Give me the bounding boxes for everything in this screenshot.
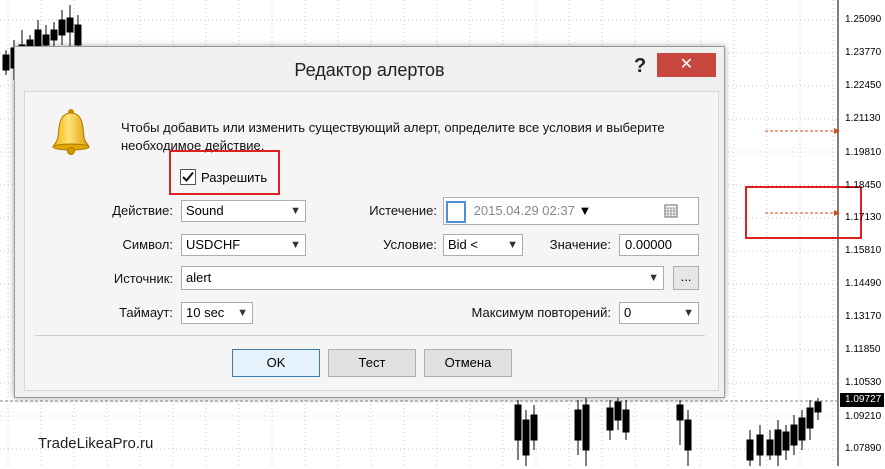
candle-body: [766, 439, 774, 456]
price-tick: 1.13170: [845, 311, 882, 322]
current-price-label: 1.09727: [840, 393, 884, 407]
dialog-titlebar[interactable]: Редактор алертов ? ✕: [15, 47, 724, 91]
price-tick: 1.09210: [845, 411, 882, 422]
action-label: Действие:: [112, 203, 173, 218]
candle-body: [42, 34, 50, 46]
expiry-enable-box[interactable]: [446, 200, 466, 223]
chevron-down-icon: ▼: [290, 205, 301, 217]
price-tick: 1.10530: [845, 377, 882, 388]
candle-body: [684, 419, 692, 451]
condition-select[interactable]: Bid < ▼: [443, 234, 523, 256]
price-tick: 1.23770: [845, 47, 882, 58]
price-tick: 1.21130: [845, 113, 881, 124]
action-select[interactable]: Sound ▼: [181, 200, 306, 222]
symbol-value: USDCHF: [186, 237, 241, 252]
expiry-label: Истечение:: [369, 203, 437, 218]
candle-body: [798, 417, 806, 441]
candle-body: [774, 429, 782, 456]
condition-value: Bid <: [448, 237, 478, 252]
chevron-down-icon: ▼: [648, 272, 659, 284]
enable-checkbox[interactable]: [180, 169, 196, 185]
action-value: Sound: [186, 203, 224, 218]
price-tick: 1.19810: [845, 147, 882, 158]
price-tick: 1.22450: [845, 80, 882, 91]
bell-icon: [52, 109, 90, 155]
candle-body: [50, 29, 58, 41]
candle-body: [756, 434, 764, 456]
timeout-select[interactable]: 10 sec ▼: [181, 302, 253, 324]
price-axis: 1.25090 1.23770 1.22450 1.21130 1.19810 …: [838, 0, 885, 466]
source-value: alert: [186, 270, 212, 285]
price-tick: 1.07890: [845, 443, 882, 454]
browse-button[interactable]: ...: [673, 266, 699, 290]
ok-button[interactable]: OK: [232, 349, 320, 377]
calendar-icon[interactable]: [664, 201, 678, 227]
cancel-button[interactable]: Отмена: [424, 349, 512, 377]
candle-body: [676, 404, 684, 421]
source-label: Источник:: [113, 271, 173, 286]
candle-body: [74, 24, 82, 46]
max-repeats-label: Максимум повторений:: [471, 305, 612, 320]
candle-body: [2, 54, 10, 71]
max-repeats-select[interactable]: 0 ▼: [619, 302, 699, 324]
candle-body: [790, 424, 798, 446]
expiry-field[interactable]: 2015.04.29 02:37 ▼: [443, 197, 699, 225]
candle-body: [814, 401, 822, 413]
candle-body: [582, 404, 590, 451]
enable-label[interactable]: Разрешить: [201, 170, 267, 185]
chevron-down-icon[interactable]: ▼: [578, 203, 591, 218]
chevron-down-icon: ▼: [290, 239, 301, 251]
price-tick: 1.11850: [845, 344, 881, 355]
alert-editor-dialog: Редактор алертов ? ✕ Чтобы добавить или …: [14, 46, 725, 398]
source-select[interactable]: alert ▼: [181, 266, 664, 290]
candle-body: [522, 419, 530, 456]
value-input[interactable]: 0.00000: [619, 234, 699, 256]
candle-body: [574, 409, 582, 441]
symbol-label: Символ:: [122, 237, 174, 252]
candle-body: [530, 414, 538, 441]
separator: [35, 335, 705, 336]
max-repeats-value: 0: [624, 305, 632, 320]
chevron-down-icon: ▼: [237, 307, 248, 319]
price-tick: 1.25090: [845, 14, 882, 25]
expiry-value: 2015.04.29 02:37: [473, 203, 575, 218]
dialog-title: Редактор алертов: [294, 60, 445, 80]
candle-body: [746, 439, 754, 461]
test-button[interactable]: Тест: [328, 349, 416, 377]
close-button[interactable]: ✕: [657, 53, 716, 77]
price-tick: 1.17130: [845, 212, 882, 223]
help-icon[interactable]: ?: [634, 55, 646, 78]
candle-body: [66, 17, 74, 33]
value-label: Значение:: [549, 237, 611, 252]
chevron-down-icon: ▼: [683, 307, 694, 319]
price-tick: 1.15810: [845, 245, 882, 256]
condition-label: Условие:: [383, 237, 437, 252]
price-tick: 1.18450: [845, 180, 882, 191]
candle-body: [614, 401, 622, 421]
timeout-label: Таймаут:: [119, 305, 173, 320]
watermark: TradeLikeaPro.ru: [38, 435, 154, 452]
candle-body: [622, 409, 630, 433]
candle-body: [606, 407, 614, 431]
candle-body: [514, 404, 522, 441]
candle-body: [58, 19, 66, 36]
timeout-value: 10 sec: [186, 305, 225, 320]
candle-body: [782, 431, 790, 451]
close-icon: ✕: [679, 56, 694, 73]
candle-body: [806, 407, 814, 429]
chevron-down-icon: ▼: [507, 239, 518, 251]
symbol-select[interactable]: USDCHF ▼: [181, 234, 306, 256]
price-tick: 1.14490: [845, 278, 882, 289]
checkmark-icon: [182, 171, 194, 182]
